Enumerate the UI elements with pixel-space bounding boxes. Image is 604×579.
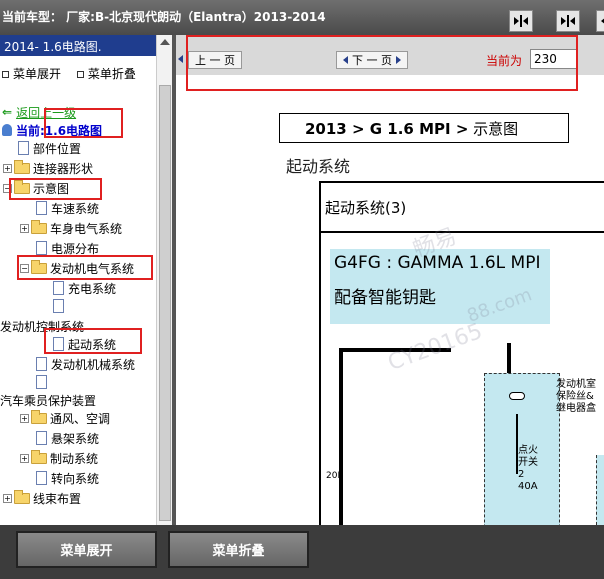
diagram-divider [321,231,604,233]
left-panel-header: 2014- 1.6电路图. [0,35,172,56]
folder-open-icon [14,179,30,194]
document-icon [36,471,47,485]
expand-menu-button[interactable]: 菜单展开 [16,531,157,568]
document-icon [36,201,47,215]
folder-icon [31,219,47,234]
tree-item-blank-doc-2[interactable] [36,373,51,391]
tree-item-engine-mechanical[interactable]: 发动机机械系统 [36,355,135,373]
tree-item-steering[interactable]: 转向系统 [36,469,99,487]
toggle-split-icon[interactable] [556,10,580,32]
tree-item-blank-doc[interactable] [53,297,68,315]
next-page-button[interactable]: 下 一 页 [336,51,408,69]
document-icon [53,281,64,295]
document-icon [18,141,29,155]
tree-item-schematic[interactable]: − 示意图 [3,179,69,197]
folder-icon [14,489,30,504]
breadcrumb-tail: 示意图 [468,120,519,138]
menu-links: 菜单展开 菜单折叠 [2,65,148,82]
tree-item-engine-control[interactable]: 发动机控制系统 [0,317,84,335]
document-icon [36,375,47,389]
next-right-icon [396,56,401,64]
fuse-box-label: 发动机室保险丝&继电器盒 [556,379,596,414]
engine-line-2: 配备智能钥匙 [334,288,436,308]
diagram-viewer[interactable]: 2013 > G 1.6 MPI > 示意图 起动系统 起动系统(3) G4FG… [176,75,604,525]
scroll-thumb[interactable] [159,85,171,521]
expand-icon[interactable]: + [3,163,12,173]
back-arrow-icon: ⇐ [2,105,13,119]
right-panel: 上 一 页 下 一 页 当前为 2013 > G 1.6 MPI > 示意图 起… [176,35,604,525]
left-scrollbar[interactable] [156,35,172,525]
current-page-label: 当前为 [486,54,523,68]
folder-icon [14,159,30,174]
page-nav-bar: 上 一 页 下 一 页 当前为 [176,35,604,75]
tree-item-connector-shape[interactable]: + 连接器形状 [3,159,93,177]
document-icon [36,241,47,255]
tree-item-parts-location[interactable]: 部件位置 [18,139,81,157]
current-page-input[interactable] [530,49,578,69]
tree-item-vehicle-speed[interactable]: 车速系统 [36,199,99,217]
tree-item-brakes[interactable]: + 制动系统 [20,449,98,467]
wiring-diagram: 起动系统(3) [319,181,604,525]
document-icon [36,357,47,371]
adjacent-box [596,455,604,525]
title-bar: 当前车型： 厂家:B-北京现代朗动（Elantra）2013-2014 [0,0,604,35]
tree-item-power-distribution[interactable]: 电源分布 [36,239,99,257]
folder-open-icon [31,259,47,274]
next-left-icon [343,56,348,64]
folder-icon [31,449,47,464]
current-node[interactable]: 当前:1.6电路图 [2,121,102,139]
tree-item-hvac[interactable]: + 通风、空调 [20,409,110,427]
expand-icon[interactable]: + [3,493,12,503]
left-panel: 2014- 1.6电路图. 菜单展开 菜单折叠 ⇐ 返回上一级 当前:1.6电路… [0,35,172,525]
diagram-title: 起动系统(3) [325,199,407,217]
expand-icon[interactable]: + [20,453,29,463]
fuse-icon [509,392,525,400]
prev-page-button[interactable]: 上 一 页 [188,51,242,69]
toggle-right-icon[interactable] [596,10,604,32]
scroll-up-icon[interactable] [160,39,170,45]
tree-item-starting-system[interactable]: 起动系统 [53,335,116,353]
folder-icon [31,409,47,424]
nav-left-arrow-icon[interactable] [178,55,183,63]
wire-20b-label: 20B [326,471,344,481]
back-link[interactable]: ⇐ 返回上一级 [2,103,76,121]
tree-item-occupant-protection[interactable]: 汽车乘员保护装置 [0,391,96,409]
collapse-icon[interactable]: − [3,183,12,193]
collapse-menu-button[interactable]: 菜单折叠 [168,531,309,568]
section-title: 起动系统 [286,157,351,176]
breadcrumb-path: 2013 > G 1.6 MPI > [305,120,469,138]
tree-item-harness-layout[interactable]: + 线束布置 [3,489,81,507]
document-icon [53,337,64,351]
expand-menu-link[interactable]: 菜单展开 [2,67,67,81]
tree-item-charging[interactable]: 充电系统 [53,279,116,297]
collapse-menu-link[interactable]: 菜单折叠 [76,67,142,81]
document-icon [36,431,47,445]
bottom-bar: 菜单展开 菜单折叠 [0,525,604,579]
expand-icon[interactable]: + [20,223,29,233]
document-icon [53,299,64,313]
engine-info-box: G4FG : GAMMA 1.6L MPI 配备智能钥匙 [330,249,550,324]
collapse-icon[interactable]: − [20,263,29,273]
toggle-left-icon[interactable] [509,10,533,32]
tree-item-body-electrical[interactable]: + 车身电气系统 [20,219,122,237]
ignition-switch-label: 点火开关2 40A [518,445,538,492]
expand-icon[interactable]: + [20,413,29,423]
breadcrumb: 2013 > G 1.6 MPI > 示意图 [279,113,569,143]
wire-vertical-left [339,348,343,525]
window-title: 当前车型： 厂家:B-北京现代朗动（Elantra）2013-2014 [2,10,326,24]
pin-icon [2,124,12,136]
tree-item-suspension[interactable]: 悬架系统 [36,429,99,447]
tree-item-engine-electrical[interactable]: − 发动机电气系统 [20,259,134,277]
